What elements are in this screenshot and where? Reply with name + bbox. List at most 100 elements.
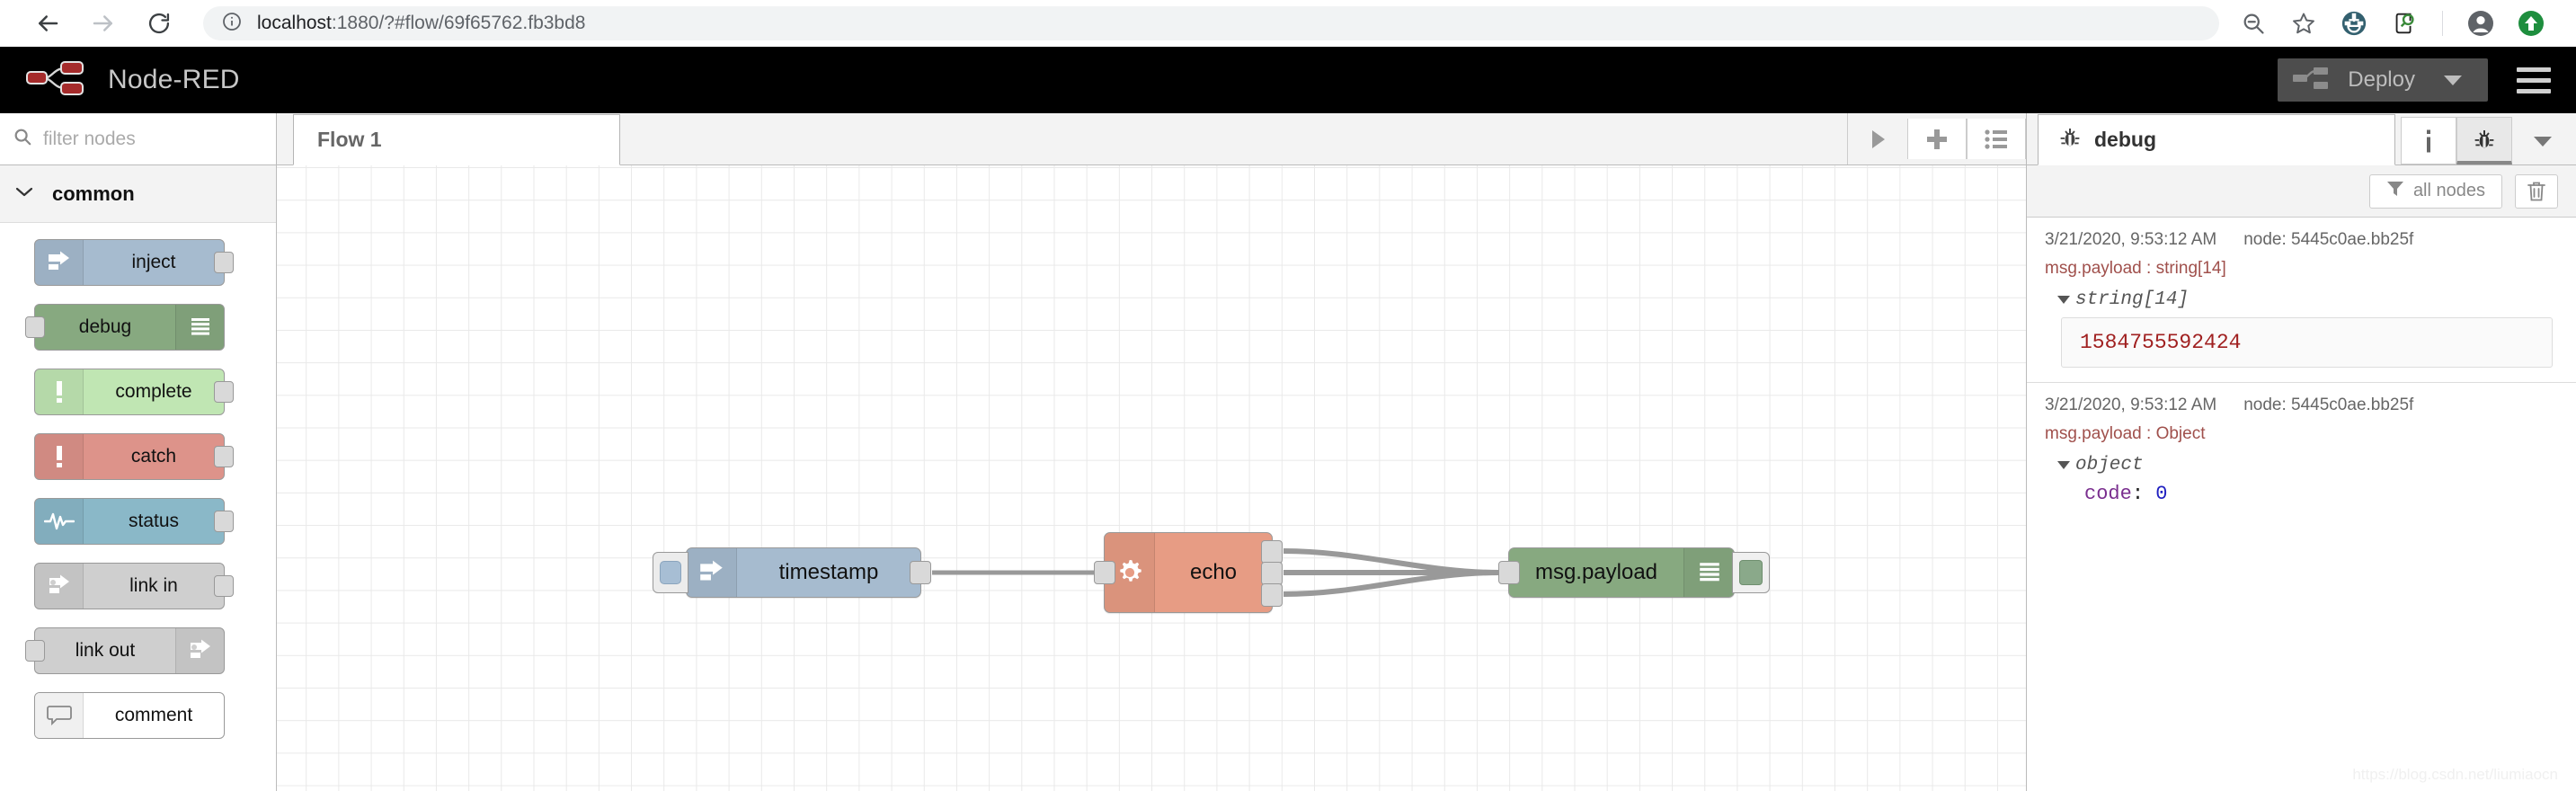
palette-node-debug[interactable]: debug: [25, 304, 225, 351]
debug-clear-button[interactable]: [2515, 173, 2558, 209]
flow-node-label: timestamp: [778, 560, 879, 584]
zoom-out-icon[interactable]: [2228, 0, 2278, 47]
inject-trigger-button[interactable]: [653, 552, 688, 593]
palette-node-label: link in: [129, 575, 178, 596]
debug-message[interactable]: 3/21/2020, 9:53:12 AM node: 5445c0ae.bb2…: [2027, 383, 2576, 520]
palette-search-input[interactable]: filter nodes: [43, 129, 136, 150]
debug-message-timestamp: 3/21/2020, 9:53:12 AM: [2045, 396, 2217, 414]
chevron-down-icon[interactable]: [2435, 72, 2484, 88]
debug-message-node[interactable]: node: 5445c0ae.bb25f: [2243, 396, 2413, 415]
debug-message-node[interactable]: node: 5445c0ae.bb25f: [2243, 230, 2413, 250]
flow-tabbar: Flow 1: [277, 113, 2026, 165]
debug-message-meta: 3/21/2020, 9:53:12 AM node: 5445c0ae.bb2…: [2045, 396, 2558, 415]
node-palette: filter nodes common inject debug complet…: [0, 113, 277, 791]
tab-scroll-right-icon[interactable]: [1848, 113, 1907, 164]
info-tab-icon[interactable]: [2401, 117, 2456, 164]
debug-object-property: code: 0: [2084, 483, 2558, 505]
palette-search[interactable]: filter nodes: [0, 113, 276, 165]
info-circle-icon[interactable]: [221, 11, 243, 37]
input-port[interactable]: [25, 640, 45, 662]
deploy-button[interactable]: Deploy: [2278, 58, 2488, 102]
debug-filter-label: all nodes: [2412, 181, 2485, 200]
output-port-2[interactable]: [1261, 562, 1283, 585]
reload-icon[interactable]: [131, 0, 187, 47]
address-bar[interactable]: localhost:1880/?#flow/69f65762.fb3bd8: [203, 6, 2219, 40]
extension-evernote-icon[interactable]: [2329, 0, 2379, 47]
flow-node-label: msg.payload: [1534, 560, 1658, 584]
palette-node-catch[interactable]: catch: [34, 433, 234, 480]
pulse-wave-icon: [35, 499, 84, 544]
tab-debug[interactable]: debug: [2038, 114, 2395, 165]
url-text: localhost:1880/?#flow/69f65762.fb3bd8: [257, 13, 585, 34]
palette-node-label: comment: [114, 705, 193, 725]
flow-node-echo[interactable]: echo: [1094, 532, 1283, 613]
tabbar-spacer: [620, 113, 1847, 164]
debug-enable-button[interactable]: [1732, 552, 1770, 593]
hamburger-menu-icon[interactable]: [2515, 62, 2553, 99]
palette-category-common[interactable]: common: [0, 165, 276, 223]
debug-type-label: string[14]: [2075, 289, 2190, 310]
input-port[interactable]: [1094, 561, 1115, 584]
caret-down-icon[interactable]: [2057, 461, 2070, 469]
debug-message-type[interactable]: object: [2057, 455, 2558, 475]
list-flows-icon[interactable]: [1967, 119, 2026, 159]
bookmark-star-icon[interactable]: [2278, 0, 2329, 47]
palette-node-item: link out: [0, 627, 276, 692]
debug-message-type[interactable]: string[14]: [2057, 289, 2558, 310]
profile-avatar-icon[interactable]: [2456, 0, 2506, 47]
flow-node-msg-payload[interactable]: msg.payload: [1498, 547, 1770, 598]
sidebar-menu-caret-icon[interactable]: [2512, 117, 2573, 164]
input-port[interactable]: [25, 316, 45, 338]
link-arrow-icon: [175, 628, 224, 673]
palette-node-status[interactable]: status: [34, 498, 234, 545]
palette-node-link-out[interactable]: link out: [25, 627, 225, 674]
inject-trigger-indicator: [660, 561, 681, 584]
exclamation-icon: [35, 434, 84, 479]
palette-node-comment[interactable]: comment: [34, 692, 225, 739]
input-port[interactable]: [1498, 561, 1520, 584]
forward-arrow-icon[interactable]: [76, 0, 131, 47]
caret-down-icon[interactable]: [2057, 296, 2070, 304]
exclamation-icon: [35, 369, 84, 414]
debug-list-icon: [1683, 548, 1734, 597]
back-arrow-icon[interactable]: [20, 0, 76, 47]
update-arrow-icon[interactable]: [2506, 0, 2556, 47]
tab-label: Flow 1: [317, 128, 382, 151]
search-icon: [13, 127, 32, 151]
wire[interactable]: [1283, 548, 1500, 575]
flow-node-timestamp[interactable]: timestamp: [653, 547, 931, 598]
url-host: localhost: [257, 13, 332, 33]
debug-message[interactable]: 3/21/2020, 9:53:12 AM node: 5445c0ae.bb2…: [2027, 218, 2576, 383]
debug-enable-indicator: [1739, 560, 1763, 585]
output-port[interactable]: [214, 252, 234, 273]
workspace: filter nodes common inject debug complet…: [0, 113, 2576, 791]
inject-arrow-icon: [35, 240, 84, 285]
palette-node-label: debug: [78, 316, 132, 337]
flow-canvas[interactable]: timestamp echo msg.payload: [277, 165, 2026, 791]
output-port-3[interactable]: [1261, 583, 1283, 607]
palette-node-inject[interactable]: inject: [34, 239, 234, 286]
sidebar-tabbar: debug: [2027, 113, 2576, 165]
speech-bubble-icon: [35, 693, 84, 738]
debug-property-key: code: [2084, 483, 2132, 505]
output-port[interactable]: [214, 575, 234, 597]
debug-message-timestamp: 3/21/2020, 9:53:12 AM: [2045, 230, 2217, 249]
debug-property-separator: :: [2131, 483, 2145, 505]
wire[interactable]: [1283, 570, 1500, 597]
output-port[interactable]: [910, 561, 931, 584]
debug-tab-icon[interactable]: [2456, 117, 2512, 164]
output-port[interactable]: [214, 381, 234, 403]
output-port[interactable]: [214, 511, 234, 532]
debug-filter-button[interactable]: all nodes: [2368, 173, 2502, 209]
palette-node-complete[interactable]: complete: [34, 369, 234, 415]
debug-property-value: 0: [2155, 483, 2168, 505]
palette-node-link-in[interactable]: link in: [34, 563, 234, 609]
output-port-1[interactable]: [1261, 540, 1283, 564]
extension-inspect-icon[interactable]: [2379, 0, 2429, 47]
header-actions: Deploy: [2278, 58, 2553, 102]
output-port[interactable]: [214, 446, 234, 467]
add-flow-icon[interactable]: [1907, 119, 1967, 159]
palette-node-item: comment: [0, 692, 276, 757]
tab-flow-1[interactable]: Flow 1: [293, 114, 620, 165]
palette-node-item: catch: [0, 433, 276, 498]
